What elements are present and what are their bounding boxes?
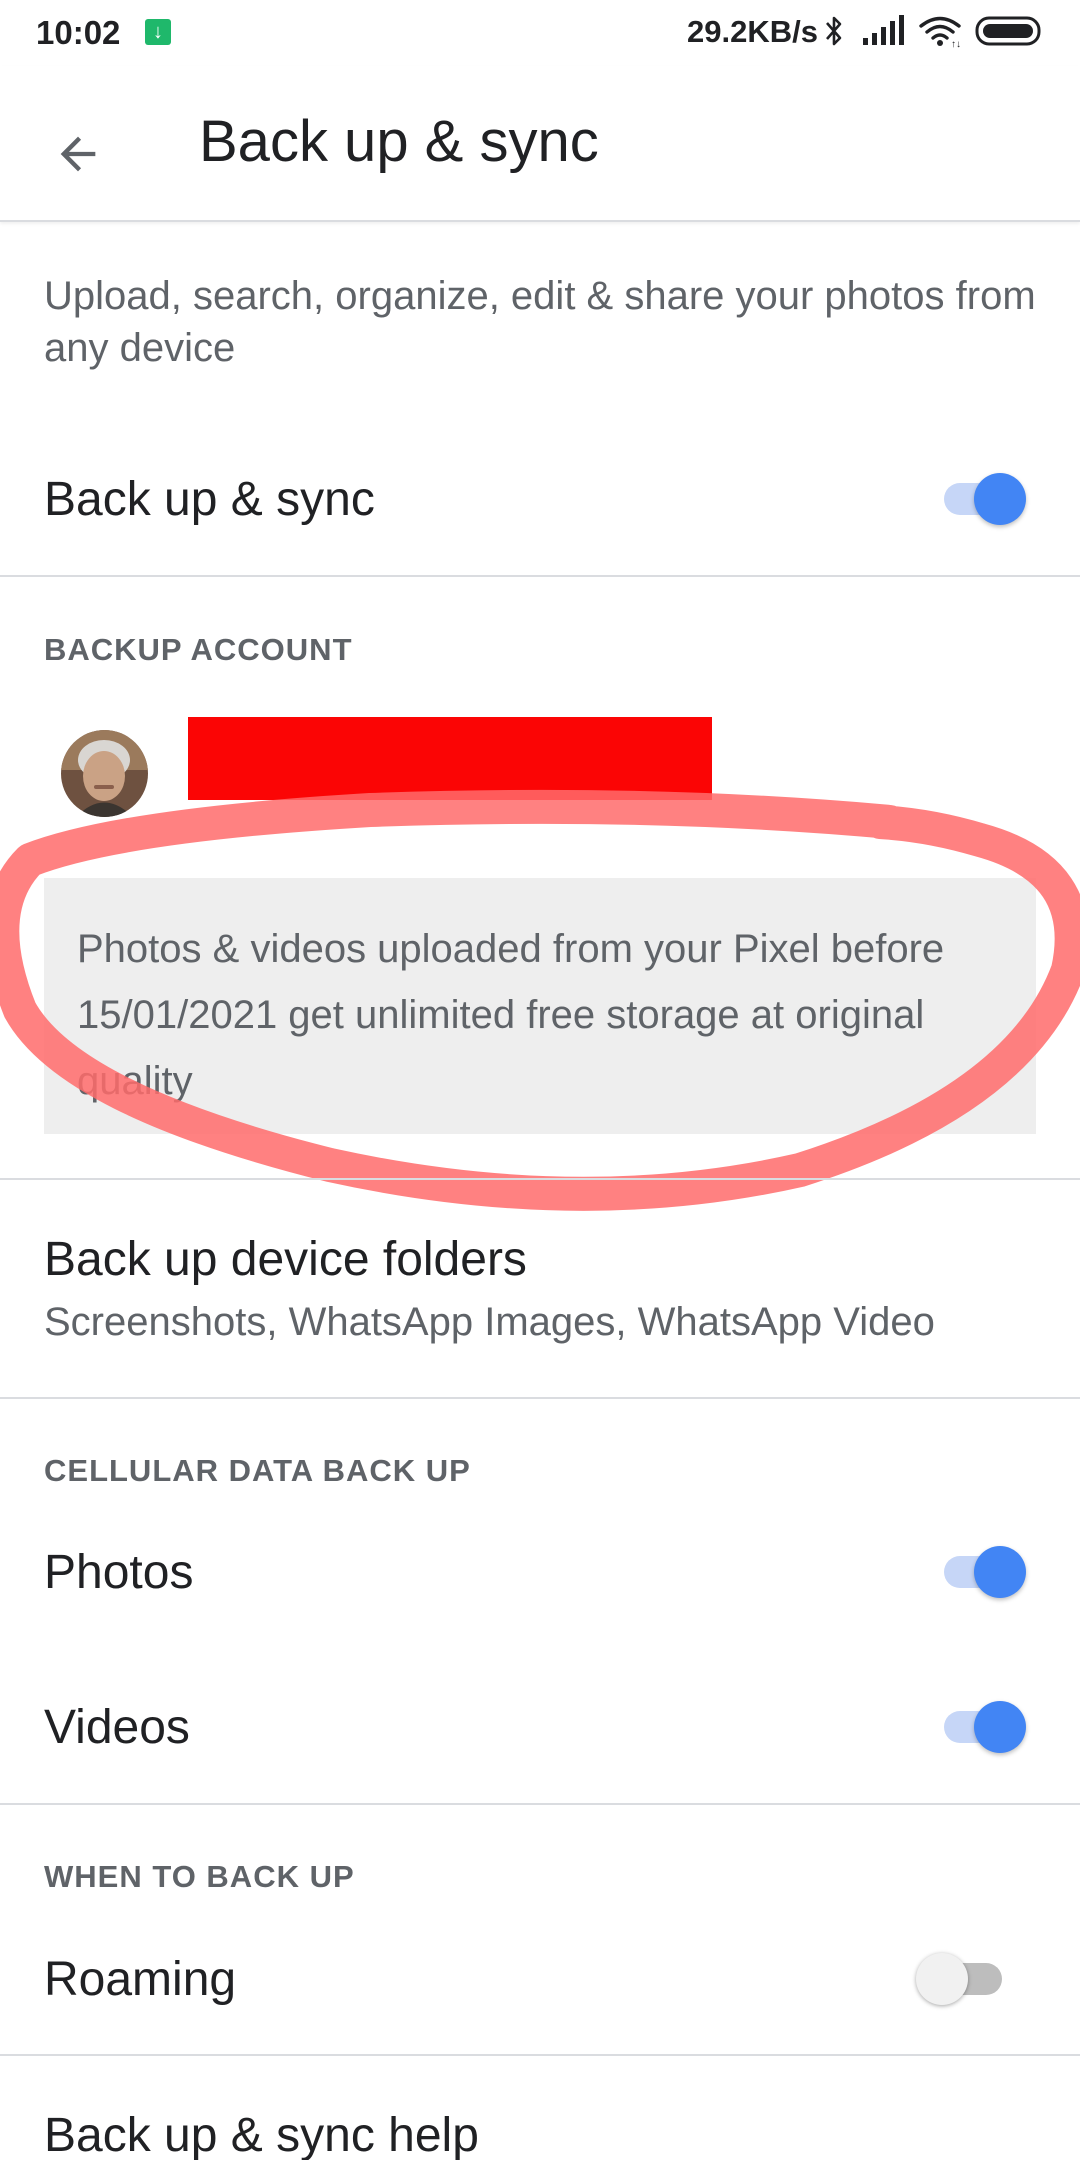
backup-sync-row[interactable]: Back up & sync [0,440,1080,570]
backup-sync-label: Back up & sync [44,473,375,526]
section-header-backup-account: BACKUP ACCOUNT [44,632,353,667]
photos-label: Photos [44,1546,194,1599]
section-header-when-to-back-up: WHEN TO BACK UP [44,1859,355,1894]
backup-sync-toggle[interactable] [936,465,1032,525]
wifi-icon: ↑↓ [919,16,961,48]
divider [0,1803,1080,1805]
device-folders-row[interactable]: Back up device folders Screenshots, What… [0,1190,1080,1395]
videos-label: Videos [44,1701,190,1754]
section-header-cellular: CELLULAR DATA BACK UP [44,1453,471,1488]
app-bar: Back up & sync [0,66,1080,222]
page-title: Back up & sync [199,109,599,174]
roaming-toggle[interactable] [914,1945,1010,2005]
videos-row[interactable]: Videos [0,1670,1080,1780]
storage-info-box: Photos & videos uploaded from your Pixel… [44,878,1036,1134]
divider [0,1178,1080,1180]
avatar[interactable] [61,730,148,817]
network-speed: 29.2KB/s [687,14,818,49]
intro-description: Upload, search, organize, edit & share y… [44,274,1036,370]
redacted-account-name [188,717,712,800]
roaming-row[interactable]: Roaming [0,1920,1080,2035]
storage-info-text: Photos & videos uploaded from your Pixel… [77,927,945,1103]
photos-row[interactable]: Photos [0,1515,1080,1625]
photos-toggle[interactable] [936,1538,1032,1598]
device-folders-subtitle: Screenshots, WhatsApp Images, WhatsApp V… [44,1300,935,1344]
videos-toggle[interactable] [936,1693,1032,1753]
status-time: 10:02 [36,14,121,51]
status-bar: 10:02 ↓ 29.2KB/s ↑↓ [0,0,1080,66]
divider [0,575,1080,577]
roaming-label: Roaming [44,1953,237,2006]
bluetooth-icon [826,16,842,46]
battery-icon [975,16,1041,46]
help-label: Back up & sync help [44,2109,479,2160]
download-notification-icon: ↓ [145,19,171,45]
arrow-back-icon [60,136,96,172]
divider [0,1397,1080,1399]
svg-text:↑↓: ↑↓ [951,39,961,48]
back-button[interactable] [30,106,126,202]
divider [0,2054,1080,2056]
signal-icon [863,15,904,45]
device-folders-title: Back up device folders [44,1233,527,1286]
help-row[interactable]: Back up & sync help [0,2060,1080,2160]
